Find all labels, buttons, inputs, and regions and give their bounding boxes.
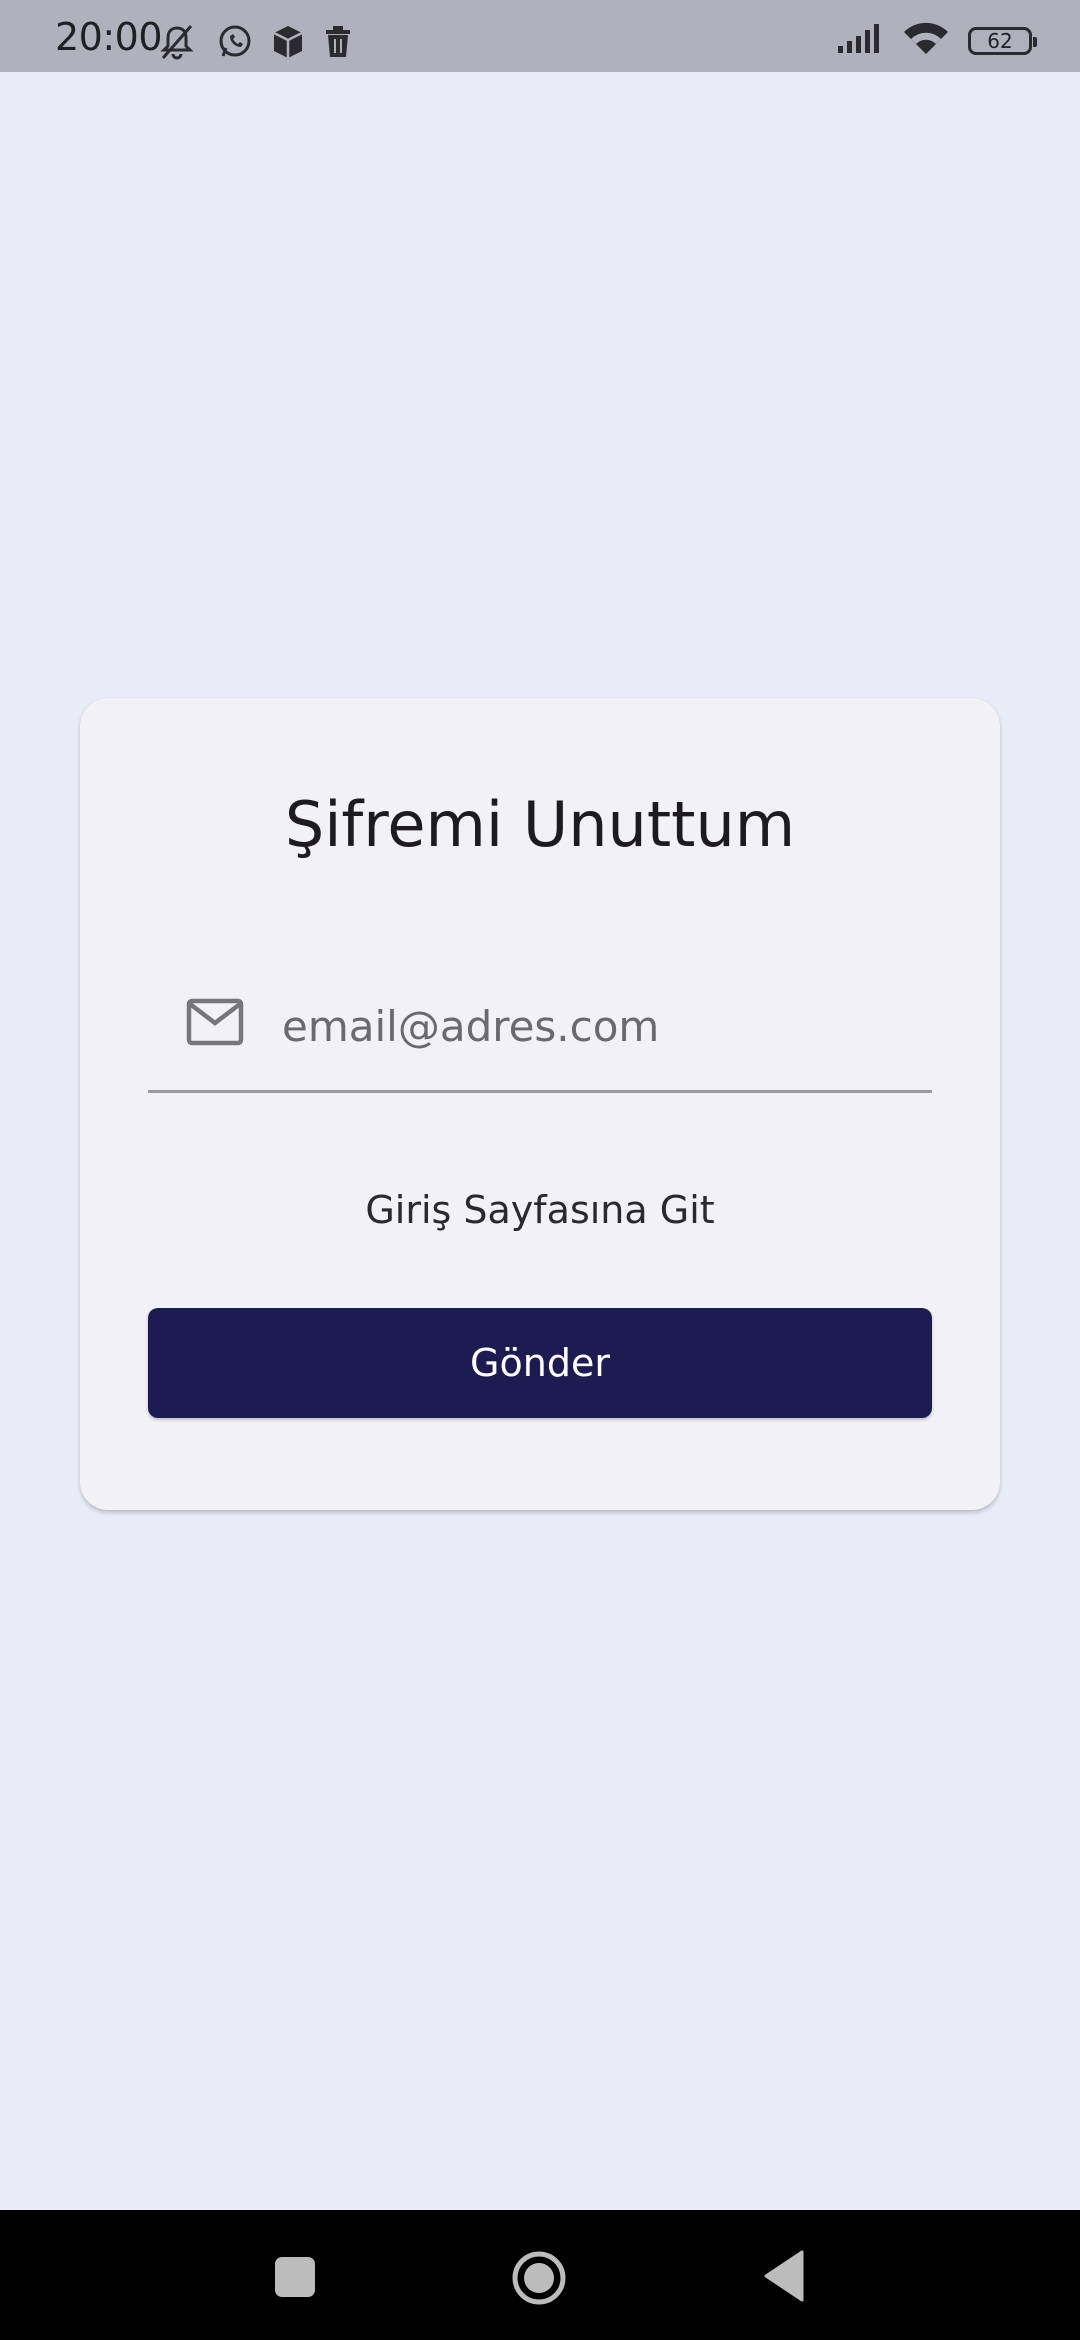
- email-field[interactable]: [148, 980, 932, 1093]
- home-icon[interactable]: [511, 2250, 567, 2311]
- battery-icon: 62: [968, 26, 1037, 55]
- mail-icon: [186, 998, 244, 1051]
- trash-icon: [323, 25, 353, 64]
- system-icons: 62: [836, 20, 1037, 61]
- whatsapp-icon: [217, 24, 253, 65]
- status-time: 20:00: [55, 15, 163, 59]
- page-title: Şifremi Unuttum: [284, 788, 796, 861]
- wifi-icon: [902, 20, 950, 61]
- forgot-password-card: Şifremi Unuttum Giriş Sayfasına Git Gönd…: [80, 698, 1000, 1510]
- recents-icon[interactable]: [275, 2257, 315, 2297]
- login-page-link[interactable]: Giriş Sayfasına Git: [80, 1188, 1000, 1232]
- navigation-bar: [0, 2210, 1080, 2340]
- status-bar: 20:00 62: [0, 0, 1080, 72]
- email-input[interactable]: [280, 990, 914, 1062]
- package-icon: [271, 24, 305, 65]
- back-icon[interactable]: [762, 2250, 804, 2307]
- signal-icon: [836, 22, 884, 59]
- notification-icons: [155, 22, 353, 67]
- notifications-muted-icon: [155, 22, 199, 67]
- submit-button[interactable]: Gönder: [148, 1308, 932, 1418]
